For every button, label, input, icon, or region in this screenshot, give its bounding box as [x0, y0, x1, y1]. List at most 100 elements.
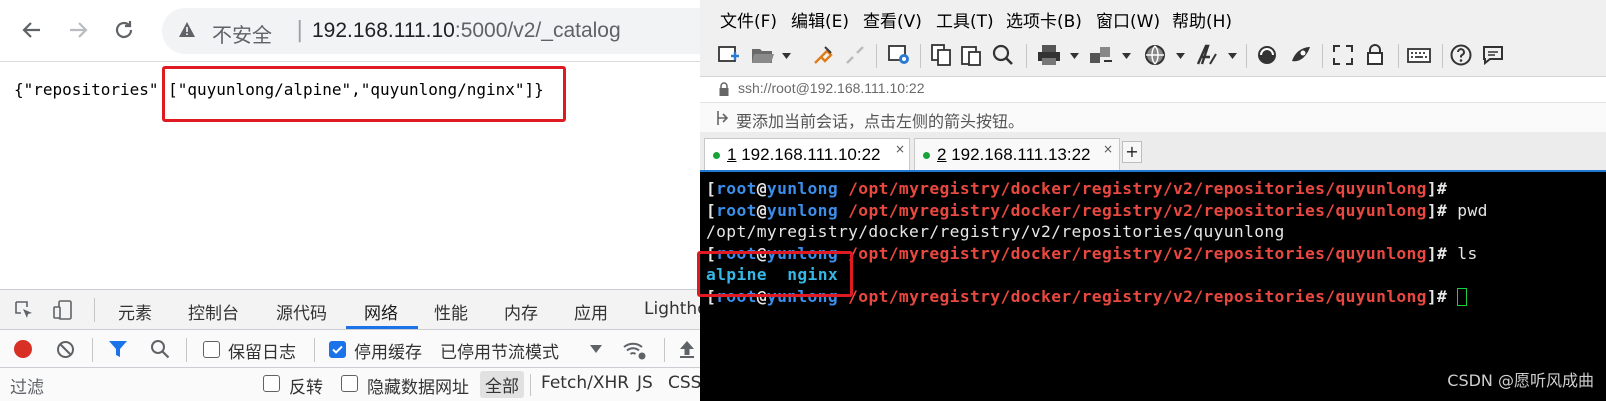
- caret-down-icon[interactable]: [1176, 53, 1185, 59]
- xmanager-button[interactable]: [1288, 42, 1314, 68]
- tab-index: 1: [727, 145, 737, 164]
- url-text[interactable]: 192.168.111.10:5000/v2/_catalog: [312, 19, 621, 43]
- filter-input[interactable]: 过滤: [10, 373, 44, 398]
- forward-button[interactable]: [60, 12, 96, 48]
- menu-tools[interactable]: 工具(T): [936, 7, 994, 32]
- close-tab-icon[interactable]: ×: [895, 142, 905, 156]
- prompt-end: ]#: [1426, 286, 1448, 306]
- tab-console[interactable]: 控制台: [188, 299, 239, 324]
- back-button[interactable]: [14, 12, 50, 48]
- session-tab-1[interactable]: 1 192.168.111.10:22 ×: [704, 138, 910, 170]
- highlight-box-ls-output: [697, 251, 853, 297]
- font-button[interactable]: [1194, 42, 1220, 68]
- encoding-button[interactable]: [1142, 42, 1168, 68]
- tab-memory[interactable]: 内存: [504, 299, 538, 324]
- hide-data-urls-label: 隐藏数据网址: [367, 378, 469, 398]
- copy-button[interactable]: [928, 42, 954, 68]
- print-button[interactable]: [1036, 42, 1062, 68]
- disable-cache-checkbox[interactable]: [329, 341, 346, 358]
- url-path: :5000/v2/_catalog: [454, 19, 621, 42]
- reload-button[interactable]: [106, 12, 142, 48]
- properties-button[interactable]: [886, 42, 912, 68]
- fullscreen-button[interactable]: [1330, 42, 1356, 68]
- close-tab-icon[interactable]: ×: [1103, 142, 1113, 156]
- new-session-button[interactable]: [716, 42, 742, 68]
- tab-network[interactable]: 网络: [364, 299, 398, 324]
- address-bar[interactable]: 不安全 | 192.168.111.10:5000/v2/_catalog: [162, 8, 715, 54]
- caret-down-icon[interactable]: [1070, 53, 1079, 59]
- menu-view[interactable]: 查看(V): [863, 7, 922, 32]
- prompt-cwd: /opt/myregistry/docker/registry/v2/repos…: [848, 179, 1427, 198]
- tab-application[interactable]: 应用: [574, 299, 608, 324]
- filter-all-button[interactable]: 全部: [480, 371, 524, 398]
- open-button[interactable]: [750, 42, 776, 68]
- filter-js-button[interactable]: JS: [637, 373, 653, 393]
- record-icon[interactable]: [14, 340, 32, 358]
- tab-sources[interactable]: 源代码: [276, 299, 327, 324]
- preserve-log-checkbox[interactable]: [203, 341, 220, 358]
- caret-down-icon[interactable]: [590, 345, 602, 353]
- caret-down-icon[interactable]: [1228, 53, 1237, 59]
- printer-icon: [1038, 45, 1060, 65]
- device-toolbar-icon[interactable]: [52, 299, 74, 321]
- menu-edit[interactable]: 编辑(E): [791, 7, 849, 32]
- menu-window[interactable]: 窗口(W): [1096, 7, 1160, 32]
- filter-css-button[interactable]: CSS: [668, 373, 701, 393]
- transfer-button[interactable]: [1088, 42, 1114, 68]
- xftp-button[interactable]: [1254, 42, 1280, 68]
- caret-down-icon[interactable]: [1122, 53, 1131, 59]
- add-tab-button[interactable]: +: [1122, 141, 1142, 163]
- warning-icon: [179, 22, 195, 37]
- upload-icon[interactable]: [678, 339, 696, 359]
- divider: [1442, 44, 1443, 68]
- find-button[interactable]: [990, 42, 1016, 68]
- connected-dot-icon: [713, 152, 720, 159]
- throttle-select[interactable]: 已停用节流模式: [440, 338, 559, 363]
- menu-tabs[interactable]: 选项卡(B): [1006, 7, 1082, 32]
- divider: [314, 338, 315, 362]
- menu-help[interactable]: 帮助(H): [1172, 7, 1232, 32]
- caret-down-icon[interactable]: [782, 53, 791, 59]
- command-text: [1447, 287, 1457, 306]
- connected-dot-icon: [923, 152, 930, 159]
- tab-performance[interactable]: 性能: [434, 299, 468, 324]
- add-session-arrow-icon[interactable]: [716, 110, 730, 126]
- devtools-tabbar: 元素 控制台 源代码 网络 性能 内存 应用 Lighthouse: [0, 290, 715, 330]
- paste-icon: [961, 46, 981, 66]
- paste-button[interactable]: [958, 42, 984, 68]
- chat-button[interactable]: [1480, 42, 1506, 68]
- session-address: ssh://root@192.168.111.10:22: [738, 80, 925, 96]
- clear-icon[interactable]: [56, 340, 75, 359]
- help-button[interactable]: [1448, 42, 1474, 68]
- browser-toolbar: 不安全 | 192.168.111.10:5000/v2/_catalog: [0, 0, 715, 62]
- new-session-icon: [718, 46, 739, 62]
- disconnect-button[interactable]: [842, 42, 868, 68]
- filter-fetch-xhr-button[interactable]: Fetch/XHR: [541, 373, 629, 393]
- checkmark-icon: [332, 345, 343, 354]
- invert-checkbox[interactable]: [263, 375, 280, 392]
- devtools-panel: 元素 控制台 源代码 网络 性能 内存 应用 Lighthouse 保留日志: [0, 289, 715, 401]
- tab-elements[interactable]: 元素: [118, 299, 152, 324]
- prompt-user: root: [716, 200, 757, 220]
- session-tab-2[interactable]: 2 192.168.111.13:22 ×: [914, 138, 1120, 170]
- insecure-label: 不安全: [212, 23, 272, 47]
- connect-button[interactable]: [810, 42, 836, 68]
- prompt-bracket: [: [706, 179, 717, 198]
- menu-file[interactable]: 文件(F): [720, 7, 777, 32]
- search-icon[interactable]: [150, 339, 170, 359]
- prompt-at: @: [756, 179, 767, 198]
- terminal-line: /opt/myregistry/docker/registry/v2/repos…: [706, 221, 1606, 243]
- session-address-bar[interactable]: ssh://root@192.168.111.10:22: [700, 76, 1606, 102]
- keyboard-button[interactable]: [1406, 42, 1432, 68]
- session-tab-label: 2 192.168.111.13:22: [937, 145, 1090, 165]
- prompt-user: root: [716, 179, 757, 198]
- hide-data-urls-checkbox[interactable]: [341, 375, 358, 392]
- tab-host: 192.168.111.10:22: [741, 145, 881, 164]
- lock-button[interactable]: [1362, 42, 1388, 68]
- filter-icon[interactable]: [108, 340, 128, 359]
- network-conditions-icon[interactable]: [622, 340, 646, 360]
- divider: [1246, 44, 1247, 68]
- inspect-element-icon[interactable]: [14, 300, 34, 320]
- prompt-cwd: /opt/myregistry/docker/registry/v2/repos…: [848, 286, 1427, 306]
- arrow-left-icon: [22, 22, 40, 38]
